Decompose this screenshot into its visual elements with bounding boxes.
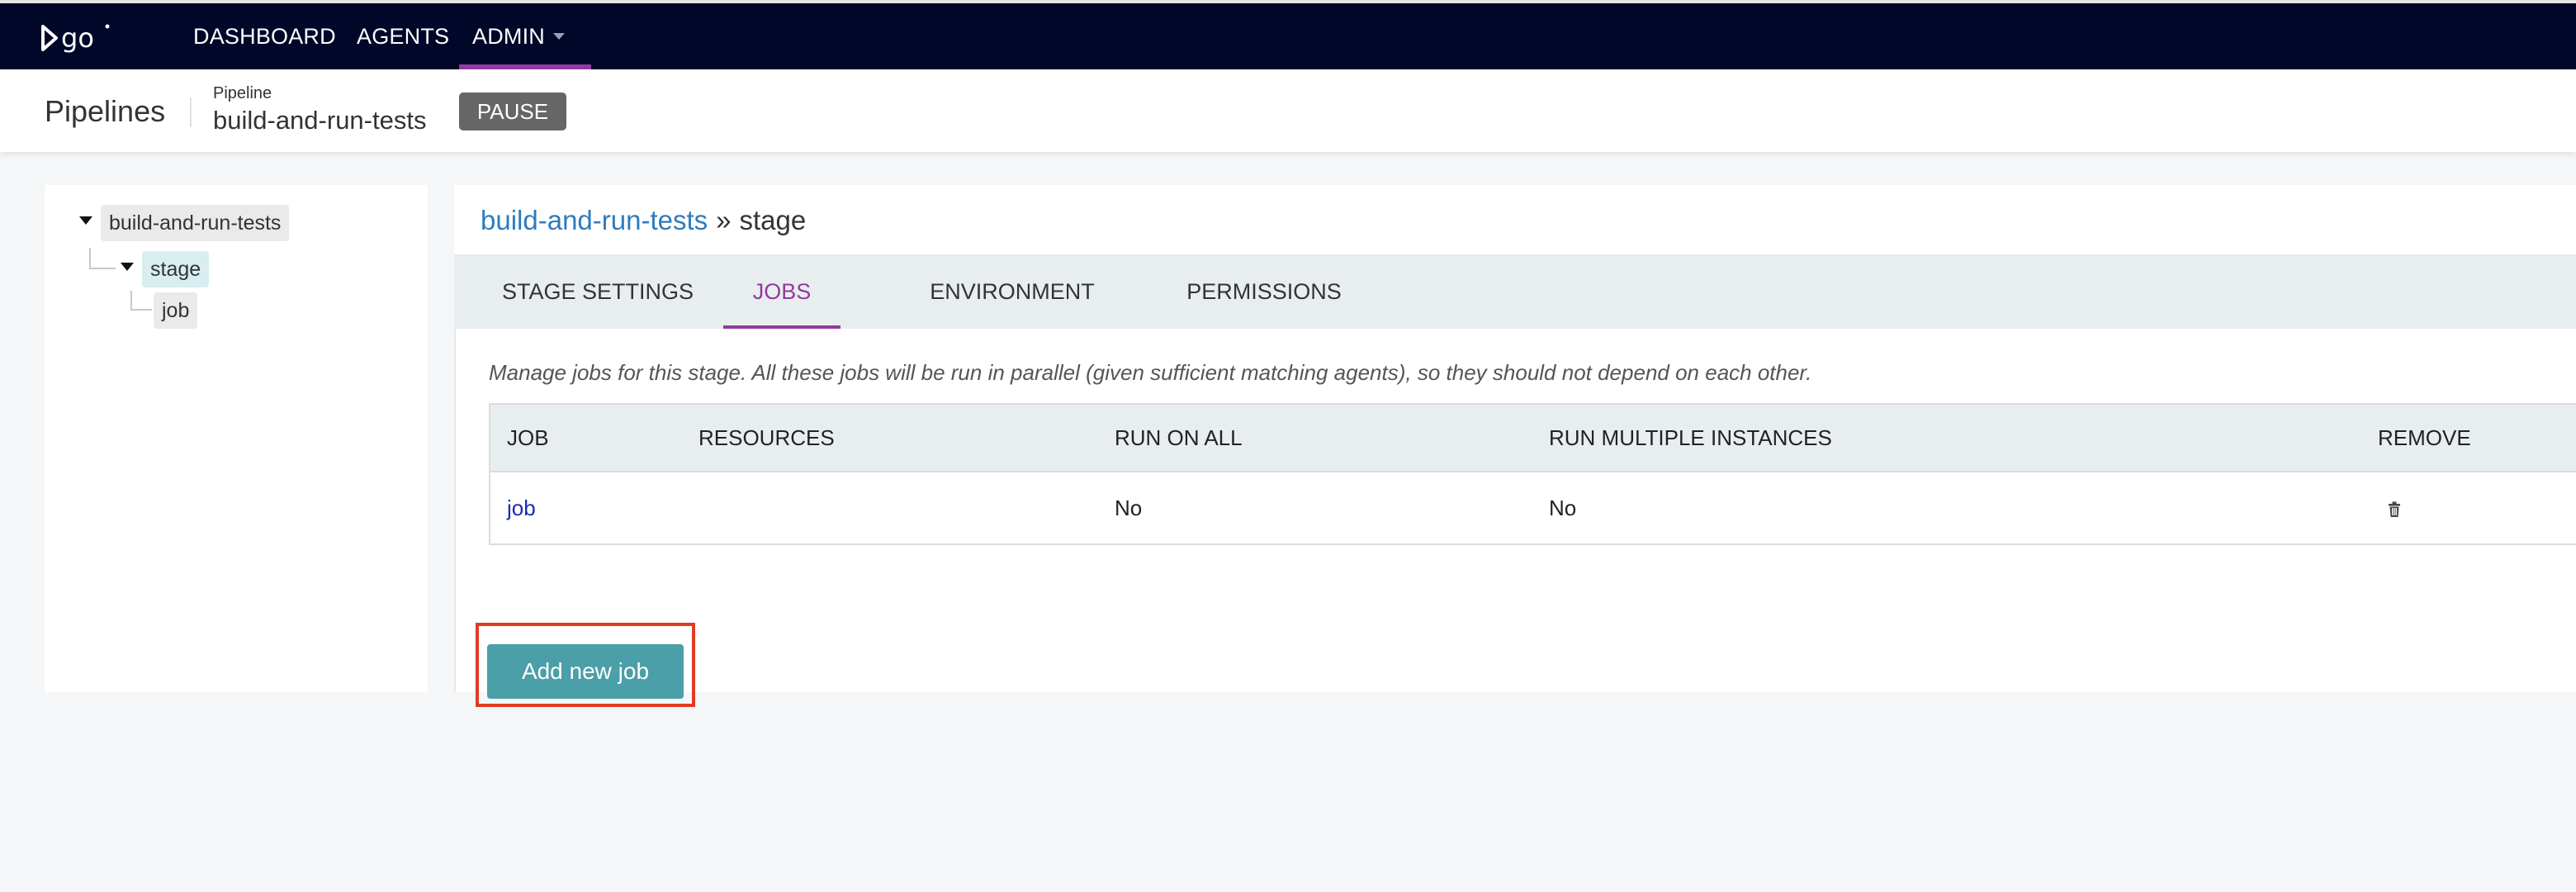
add-new-job-button[interactable]: Add new job (487, 644, 684, 699)
pause-button[interactable]: PAUSE (459, 93, 566, 130)
breadcrumb: build-and-run-tests » stage (481, 205, 806, 236)
job-resources-cell (682, 472, 1098, 545)
chevron-down-icon (553, 32, 565, 40)
column-header-run-on-all: RUN ON ALL (1098, 403, 1532, 472)
tree-node-pipeline[interactable]: build-and-run-tests (101, 205, 290, 241)
tree-connector (130, 291, 152, 311)
page-title: Pipelines (45, 94, 166, 128)
collapse-caret-icon[interactable] (121, 263, 134, 271)
nav-admin[interactable]: ADMIN (459, 3, 591, 69)
table-row: job No No (490, 472, 2576, 545)
header-divider (190, 97, 192, 127)
pipeline-tree: build-and-run-tests stage job (45, 185, 428, 692)
tree-node-job[interactable]: job (154, 292, 198, 329)
column-header-remove: REMOVE (2361, 403, 2576, 472)
tree-node-stage[interactable]: stage (142, 251, 210, 287)
table-header-row: JOB RESOURCES RUN ON ALL RUN MULTIPLE IN… (490, 403, 2576, 472)
breadcrumb-separator: » (716, 205, 732, 235)
job-run-multiple-instances-cell: No (1532, 472, 2361, 545)
trash-icon[interactable] (2388, 501, 2401, 518)
tree-connector (89, 248, 116, 269)
jobs-tab-panel: Manage jobs for this stage. All these jo… (454, 329, 2576, 692)
job-remove-cell (2361, 472, 2576, 545)
nav-admin-label: ADMIN (472, 24, 545, 49)
jobs-help-text: Manage jobs for this stage. All these jo… (489, 360, 1812, 385)
breadcrumb-pipeline-link[interactable]: build-and-run-tests (481, 205, 708, 235)
job-name-cell: job (490, 472, 682, 545)
column-header-run-multiple-instances: RUN MULTIPLE INSTANCES (1532, 403, 2361, 472)
jobs-table: JOB RESOURCES RUN ON ALL RUN MULTIPLE IN… (489, 403, 2576, 545)
nav-agents[interactable]: AGENTS (357, 3, 449, 69)
svg-text:go: go (61, 22, 94, 54)
tab-environment-variables[interactable]: ENVIRONMENT VARIABLES (872, 254, 1153, 378)
job-name-link[interactable]: job (507, 496, 536, 520)
column-header-job: JOB (490, 403, 682, 472)
top-navbar: go DASHBOARD AGENTS ADMIN (0, 0, 2576, 69)
tab-stage-settings[interactable]: STAGE SETTINGS (499, 254, 697, 329)
gocd-logo[interactable]: go (41, 20, 112, 56)
collapse-caret-icon[interactable] (79, 216, 92, 225)
stage-editor: build-and-run-tests » stage STAGE SETTINGS… (454, 185, 2576, 707)
tab-jobs[interactable]: JOBS (723, 254, 841, 329)
nav-dashboard[interactable]: DASHBOARD (193, 3, 336, 69)
breadcrumb-stage: stage (739, 205, 807, 235)
tab-permissions[interactable]: PERMISSIONS (1179, 254, 1349, 329)
pipeline-kicker: Pipeline (213, 84, 272, 102)
page-header: Pipelines Pipeline build-and-run-tests P… (0, 69, 2576, 152)
job-run-on-all-cell: No (1098, 472, 1532, 545)
pipeline-name: build-and-run-tests (213, 106, 427, 135)
column-header-resources: RESOURCES (682, 403, 1098, 472)
stage-tabs: STAGE SETTINGS JOBS ENVIRONMENT VARIABLE… (454, 254, 2576, 378)
